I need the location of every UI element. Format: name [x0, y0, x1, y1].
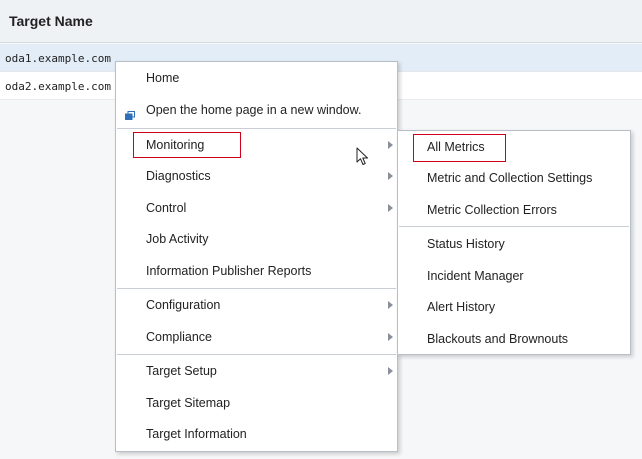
menu-item-label: Diagnostics	[146, 169, 211, 183]
menu-item-label: Target Sitemap	[146, 396, 231, 410]
table-header: Target Name	[0, 0, 642, 43]
submenu-item-label: Incident Manager	[427, 269, 524, 283]
submenu-item-metric-and-collection-settings[interactable]: Metric and Collection Settings	[398, 163, 630, 193]
menu-item-label: Job Activity	[146, 232, 209, 246]
submenu-item-metric-collection-errors[interactable]: Metric Collection Errors	[398, 195, 630, 225]
menu-item-compliance[interactable]: Compliance	[116, 322, 397, 352]
submenu-item-label: Status History	[427, 237, 505, 251]
submenu-item-label: Alert History	[427, 300, 496, 314]
menu-item-label: Target Information	[146, 427, 247, 441]
column-header-target-name[interactable]: Target Name	[9, 13, 93, 29]
menu-item-label: Compliance	[146, 330, 213, 344]
submenu-arrow-icon	[388, 367, 393, 375]
menu-item-label: Information Publisher Reports	[146, 264, 312, 278]
submenu-item-status-history[interactable]: Status History	[398, 229, 630, 259]
monitoring-highlight-box	[133, 132, 241, 158]
submenu-arrow-icon	[388, 204, 393, 212]
menu-item-diagnostics[interactable]: Diagnostics	[116, 161, 397, 191]
mouse-pointer-icon	[356, 147, 370, 167]
target-name-cell[interactable]: oda1.example.com	[5, 52, 111, 65]
menu-item-home[interactable]: Home	[116, 63, 397, 93]
menu-item-configuration[interactable]: Configuration	[116, 290, 397, 320]
menu-item-target-information[interactable]: Target Information	[116, 419, 397, 449]
menu-item-label: Target Setup	[146, 364, 217, 378]
menu-item-information-publisher-reports[interactable]: Information Publisher Reports	[116, 256, 397, 286]
target-name-cell[interactable]: oda2.example.com	[5, 80, 111, 93]
context-menu: Home Open the home page in a new window.…	[115, 61, 398, 452]
open-new-window-icon	[125, 107, 135, 120]
menu-separator	[117, 354, 396, 355]
menu-item-label: Home	[146, 71, 180, 85]
menu-item-label: Configuration	[146, 298, 221, 312]
submenu-item-label: Blackouts and Brownouts	[427, 332, 569, 346]
menu-item-label: Control	[146, 201, 187, 215]
submenu-arrow-icon	[388, 301, 393, 309]
menu-item-job-activity[interactable]: Job Activity	[116, 224, 397, 254]
submenu-item-blackouts-and-brownouts[interactable]: Blackouts and Brownouts	[398, 324, 630, 354]
submenu-item-label: Metric Collection Errors	[427, 203, 557, 217]
menu-item-open-new-window[interactable]: Open the home page in a new window.	[116, 95, 397, 125]
submenu-item-incident-manager[interactable]: Incident Manager	[398, 261, 630, 291]
menu-item-control[interactable]: Control	[116, 193, 397, 223]
submenu-arrow-icon	[388, 333, 393, 341]
menu-separator	[117, 288, 396, 289]
submenu-arrow-icon	[388, 172, 393, 180]
monitoring-submenu: All Metrics Metric and Collection Settin…	[397, 130, 631, 355]
all-metrics-highlight-box	[413, 134, 506, 162]
submenu-separator	[399, 226, 629, 227]
menu-item-target-setup[interactable]: Target Setup	[116, 356, 397, 386]
menu-item-label: Open the home page in a new window.	[146, 103, 362, 117]
menu-separator	[117, 128, 396, 129]
menu-item-target-sitemap[interactable]: Target Sitemap	[116, 388, 397, 418]
submenu-arrow-icon	[388, 141, 393, 149]
submenu-item-label: Metric and Collection Settings	[427, 171, 593, 185]
submenu-item-alert-history[interactable]: Alert History	[398, 292, 630, 322]
